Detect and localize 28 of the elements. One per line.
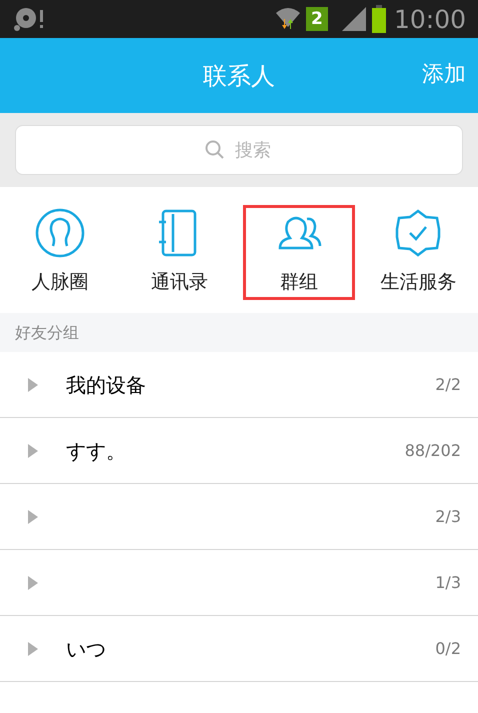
group-count: 2/2: [435, 374, 461, 396]
signal-icon: [340, 7, 368, 31]
group-name: いつ: [66, 636, 107, 662]
circle-person-icon: [34, 208, 85, 258]
search-icon: [205, 140, 225, 160]
section-title: 好友分组: [15, 322, 79, 344]
group-name: すす。: [66, 438, 127, 464]
collapsed-arrow-icon[interactable]: [27, 576, 39, 590]
search-field[interactable]: 搜索: [15, 125, 463, 175]
quick-link[interactable]: 通讯录: [124, 205, 235, 300]
group-count: 1/3: [435, 572, 461, 594]
collapsed-arrow-icon[interactable]: [27, 444, 39, 458]
group-name: 我的设备: [66, 372, 147, 398]
collapsed-arrow-icon[interactable]: [27, 378, 39, 392]
battery-icon: [372, 5, 386, 33]
quick-link[interactable]: 生活服务: [362, 205, 474, 300]
quick-link[interactable]: 人脉圈: [4, 205, 116, 300]
group-count: 0/2: [435, 638, 461, 660]
group-count: 2/3: [435, 506, 461, 528]
sim-badge: 2: [306, 7, 328, 31]
collapsed-arrow-icon[interactable]: [27, 510, 39, 524]
disc-notification-icon: [12, 7, 46, 31]
collapsed-arrow-icon[interactable]: [27, 642, 39, 656]
group-count: 88/202: [404, 440, 461, 462]
quick-link[interactable]: 群组: [243, 205, 354, 300]
badge-check-icon: [393, 208, 444, 258]
page-title: 联系人: [203, 60, 275, 92]
clock-time: 10:00: [394, 6, 466, 32]
